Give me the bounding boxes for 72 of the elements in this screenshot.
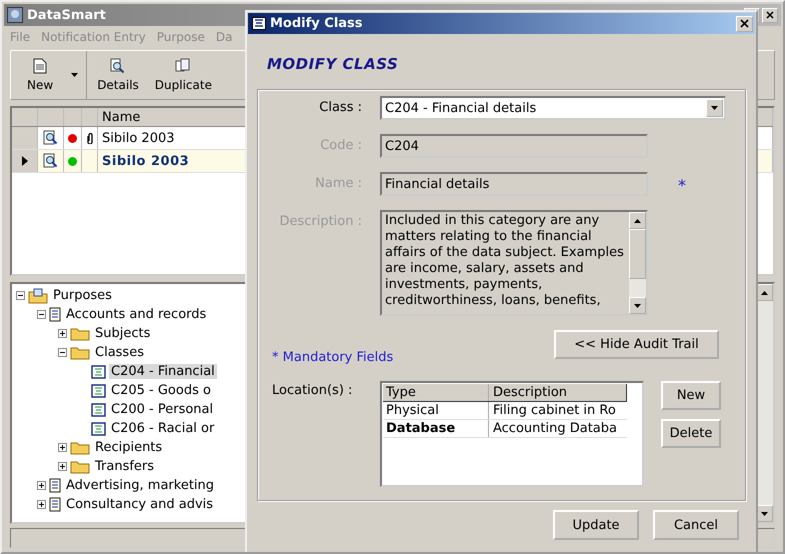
- copy-icon: [175, 58, 192, 74]
- magnifier-icon: [42, 130, 58, 146]
- document-icon: [49, 307, 61, 322]
- field-label: Description :: [278, 213, 363, 229]
- row-pointer-icon: [22, 156, 28, 166]
- tree-item[interactable]: C206 - Racial or: [109, 421, 216, 436]
- class-icon: [91, 422, 106, 436]
- tree-item[interactable]: Transfers: [93, 459, 156, 474]
- location-button[interactable]: Delete: [661, 419, 721, 448]
- dialog-button[interactable]: Cancel: [653, 510, 739, 540]
- column-header: Type: [383, 384, 489, 401]
- arrow-down-icon[interactable]: [634, 304, 641, 308]
- collapse-icon[interactable]: [37, 310, 46, 319]
- mandatory-note: * Mandatory Fields: [272, 350, 394, 365]
- field-label: Name :: [314, 175, 363, 191]
- folder-icon: [70, 345, 90, 360]
- caret-icon[interactable]: [711, 106, 718, 110]
- arrow-up-icon[interactable]: [634, 218, 641, 222]
- class-icon: [91, 402, 106, 416]
- collapse-icon[interactable]: [58, 348, 67, 357]
- tree-item[interactable]: C205 - Goods o: [109, 383, 213, 398]
- arrow-up-icon[interactable]: [761, 290, 768, 294]
- column-header: Description: [489, 384, 627, 401]
- document-icon: [49, 478, 61, 493]
- folder-icon: [70, 440, 90, 455]
- folder-icon: [28, 288, 48, 304]
- dialog-heading: MODIFY CLASS: [267, 55, 400, 73]
- tree-item[interactable]: C200 - Personal: [109, 402, 216, 417]
- mandatory-mark: *: [678, 175, 686, 195]
- toolbar-button[interactable]: Details: [91, 51, 145, 99]
- app-icon: [7, 7, 23, 23]
- tree-item[interactable]: Purposes: [51, 288, 114, 303]
- dialog-button[interactable]: Update: [553, 510, 639, 540]
- arrow-down-icon[interactable]: [761, 512, 768, 516]
- magnifier-icon: [110, 58, 126, 74]
- caret-icon[interactable]: [71, 73, 78, 77]
- tree-item[interactable]: Subjects: [93, 326, 152, 341]
- class-icon: [91, 384, 106, 398]
- table-row[interactable]: Physical Filing cabinet in Ro: [383, 402, 627, 420]
- table-row[interactable]: Database Accounting Databa: [383, 420, 627, 438]
- class-icon: [252, 17, 266, 30]
- toolbar-button[interactable]: New: [21, 51, 60, 99]
- close-button[interactable]: [736, 16, 753, 32]
- document-icon: [49, 497, 61, 512]
- document-icon: [33, 58, 48, 74]
- expand-icon[interactable]: [37, 481, 46, 490]
- expand-icon[interactable]: [37, 500, 46, 509]
- field-label: Location(s) :: [271, 382, 354, 398]
- class-dropdown[interactable]: C204 - Financial details: [380, 96, 726, 120]
- tree-item[interactable]: Accounts and records: [64, 307, 208, 322]
- expand-icon[interactable]: [58, 443, 67, 452]
- dialog-title: Modify Class: [270, 16, 363, 31]
- hide-audit-trail-button[interactable]: << Hide Audit Trail: [554, 330, 719, 359]
- tree-item[interactable]: Recipients: [93, 440, 164, 455]
- close-icon[interactable]: [766, 11, 774, 19]
- folder-icon: [70, 326, 90, 341]
- close-icon[interactable]: [740, 19, 749, 28]
- expand-icon[interactable]: [58, 462, 67, 471]
- close-button[interactable]: [762, 8, 778, 22]
- location-button[interactable]: New: [661, 381, 721, 410]
- collapse-icon[interactable]: [16, 291, 25, 300]
- tree-item[interactable]: Advertising, marketing: [64, 478, 216, 493]
- row-selector[interactable]: [12, 150, 38, 172]
- tree-item[interactable]: C204 - Financial: [109, 364, 217, 379]
- magnifier-icon: [42, 153, 58, 169]
- toolbar-button[interactable]: Duplicate: [148, 51, 218, 99]
- folder-icon: [70, 459, 90, 474]
- expand-icon[interactable]: [58, 329, 67, 338]
- tree-item[interactable]: Classes: [93, 345, 146, 360]
- window-title: DataSmart: [27, 8, 106, 22]
- tree-item[interactable]: Consultancy and advis: [64, 497, 216, 512]
- class-icon: [91, 364, 106, 378]
